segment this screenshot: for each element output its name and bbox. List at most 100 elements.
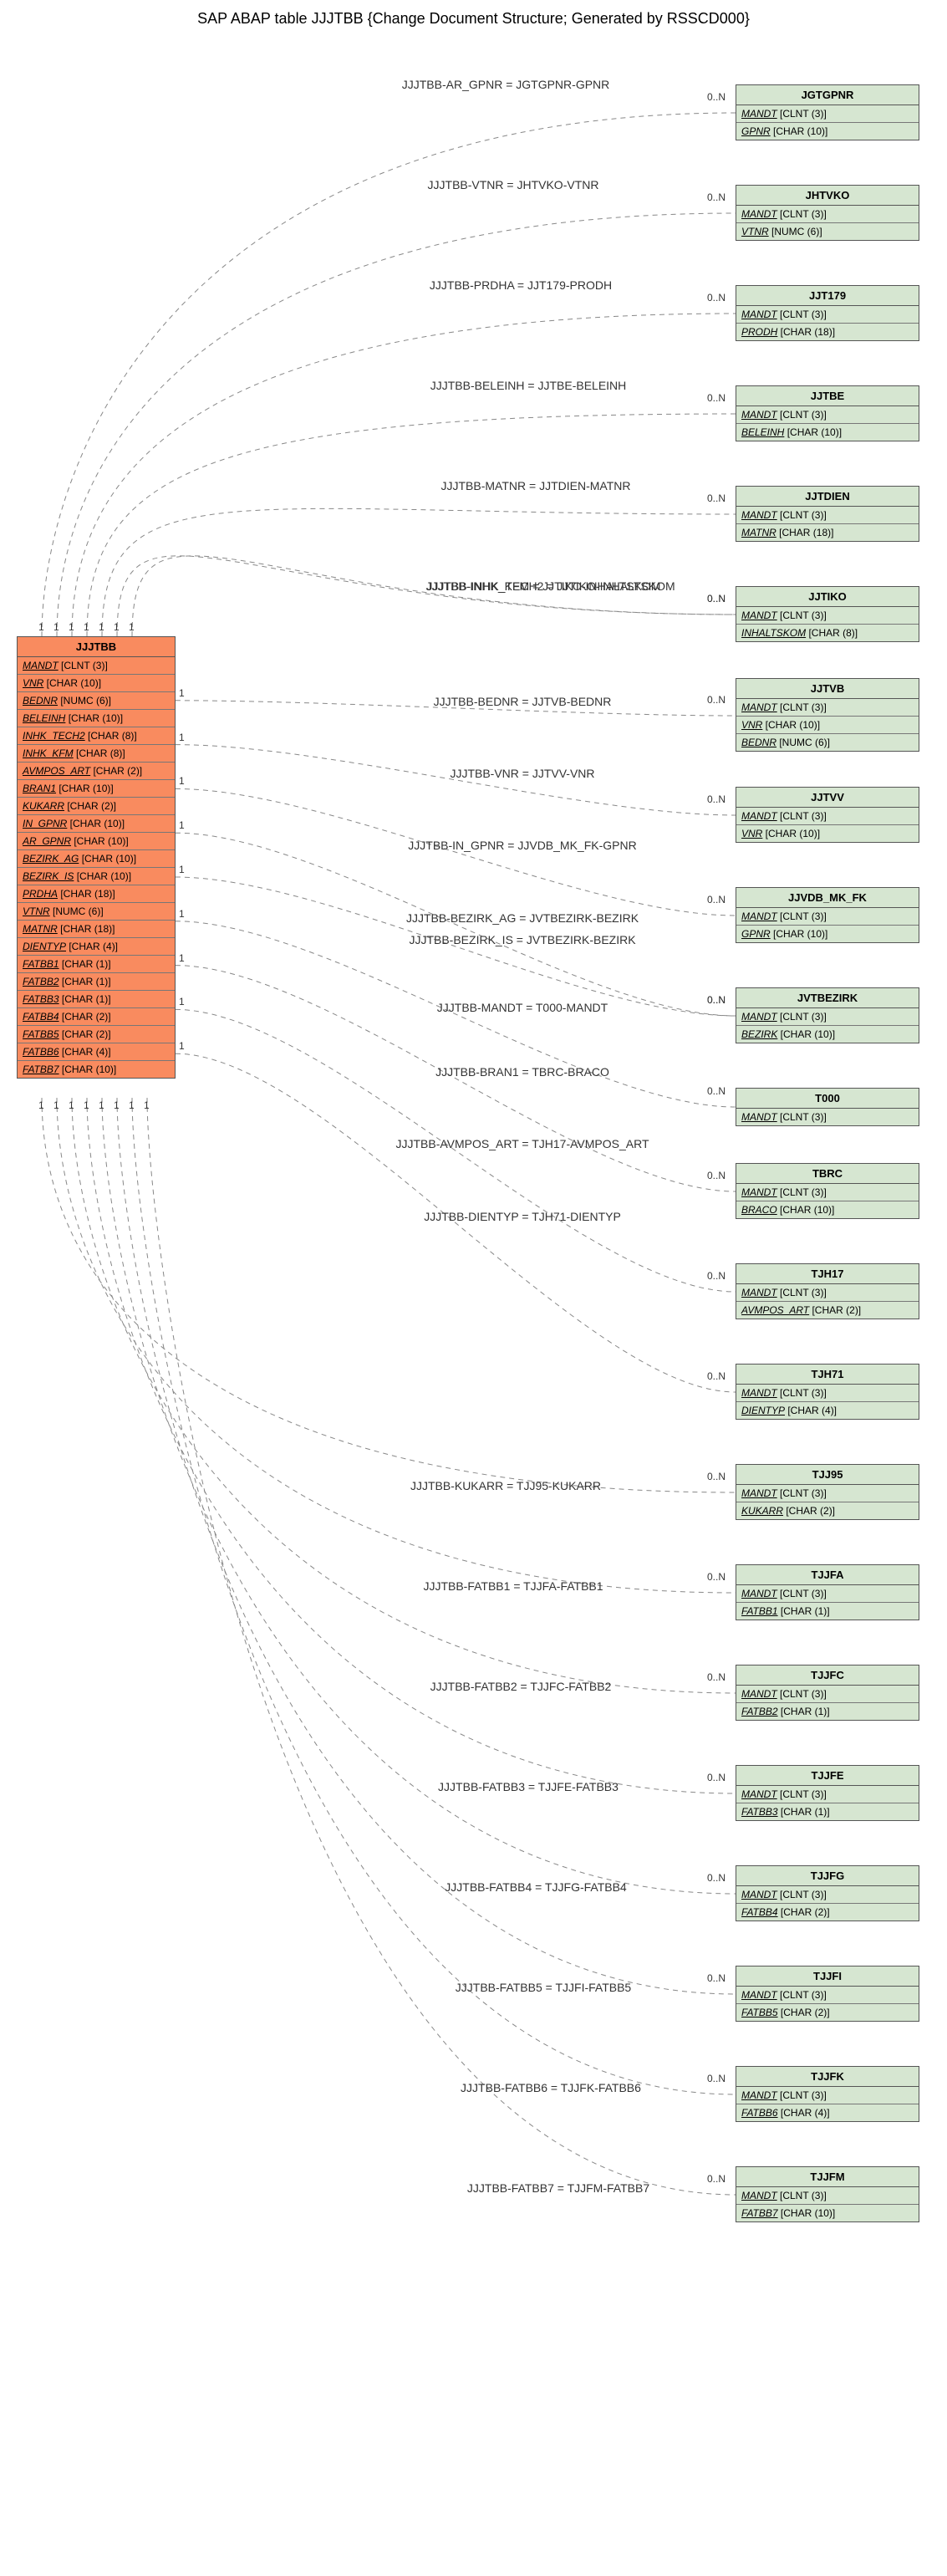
entity-target-field: FATBB2 [CHAR (1)] — [736, 1703, 919, 1720]
entity-main-field: VTNR [NUMC (6)] — [18, 903, 175, 921]
entity-target: JHTVKOMANDT [CLNT (3)]VTNR [NUMC (6)] — [736, 185, 919, 241]
cardinality-label: 0..N — [707, 694, 726, 706]
field-type: [CHAR (10)] — [771, 125, 828, 137]
field-name: MANDT — [741, 509, 777, 521]
entity-target-name: TJJFE — [736, 1766, 919, 1786]
cardinality-label: 0..N — [707, 1571, 726, 1583]
cardinality-label: 1 — [99, 621, 104, 633]
entity-target-field: MANDT [CLNT (3)] — [736, 1008, 919, 1026]
entity-target-field: MANDT [CLNT (3)] — [736, 406, 919, 424]
field-name: MANDT — [741, 1889, 777, 1900]
field-type: [CLNT (3)] — [777, 610, 827, 621]
entity-target-field: BELEINH [CHAR (10)] — [736, 424, 919, 441]
entity-target-field: MANDT [CLNT (3)] — [736, 808, 919, 825]
entity-main-field: VNR [CHAR (10)] — [18, 675, 175, 692]
entity-target-field: FATBB7 [CHAR (10)] — [736, 2205, 919, 2221]
field-type: [CHAR (10)] — [79, 853, 136, 865]
field-name: FATBB4 — [741, 1906, 778, 1918]
field-name: DIENTYP — [23, 941, 66, 952]
entity-target: TBRCMANDT [CLNT (3)]BRACO [CHAR (10)] — [736, 1163, 919, 1219]
field-name: MANDT — [741, 911, 777, 922]
entity-target-field: MANDT [CLNT (3)] — [736, 1485, 919, 1502]
field-name: INHK_TECH2 — [23, 730, 85, 742]
relation-label: JJJTBB-FATBB3 = TJJFE-FATBB3 — [438, 1780, 619, 1793]
field-type: [CHAR (2)] — [778, 2007, 830, 2018]
entity-main-field: DIENTYP [CHAR (4)] — [18, 938, 175, 956]
field-type: [CHAR (2)] — [64, 800, 116, 812]
field-name: DIENTYP — [741, 1405, 785, 1416]
field-type: [CLNT (3)] — [777, 1387, 827, 1399]
field-type: [CHAR (10)] — [43, 677, 101, 689]
field-name: KUKARR — [23, 800, 64, 812]
cardinality-label: 1 — [179, 864, 185, 875]
field-name: MANDT — [741, 208, 777, 220]
cardinality-label: 1 — [84, 621, 89, 633]
field-name: MANDT — [741, 309, 777, 320]
field-type: [CHAR (10)] — [59, 1064, 117, 1075]
field-name: INHALTSKOM — [741, 627, 806, 639]
entity-target: JJT179MANDT [CLNT (3)]PRODH [CHAR (18)] — [736, 285, 919, 341]
field-type: [CHAR (1)] — [59, 976, 111, 987]
field-type: [CLNT (3)] — [777, 1111, 827, 1123]
field-name: FATBB1 — [23, 958, 59, 970]
field-name: PRDHA — [23, 888, 58, 900]
entity-target-field: VNR [CHAR (10)] — [736, 825, 919, 842]
entity-target: TJJFEMANDT [CLNT (3)]FATBB3 [CHAR (1)] — [736, 1765, 919, 1821]
field-name: FATBB3 — [741, 1806, 778, 1818]
entity-main-field: KUKARR [CHAR (2)] — [18, 798, 175, 815]
field-name: FATBB6 — [23, 1046, 59, 1058]
cardinality-label: 1 — [99, 1099, 104, 1111]
entity-target-field: AVMPOS_ART [CHAR (2)] — [736, 1302, 919, 1319]
relation-label: JJJTBB-FATBB1 = TJJFA-FATBB1 — [423, 1579, 603, 1593]
cardinality-label: 0..N — [707, 1170, 726, 1181]
entity-target: JJVDB_MK_FKMANDT [CLNT (3)]GPNR [CHAR (1… — [736, 887, 919, 943]
field-name: FATBB5 — [741, 2007, 778, 2018]
entity-main-field: AR_GPNR [CHAR (10)] — [18, 833, 175, 850]
field-type: [CHAR (2)] — [90, 765, 142, 777]
cardinality-label: 1 — [38, 1099, 44, 1111]
entity-target-field: GPNR [CHAR (10)] — [736, 123, 919, 140]
cardinality-label: 0..N — [707, 292, 726, 304]
field-type: [CLNT (3)] — [777, 2190, 827, 2201]
field-type: [CHAR (10)] — [71, 835, 129, 847]
field-type: [NUMC (6)] — [769, 226, 822, 237]
entity-main-field: FATBB1 [CHAR (1)] — [18, 956, 175, 973]
entity-target-field: MANDT [CLNT (3)] — [736, 1284, 919, 1302]
field-type: [CLNT (3)] — [777, 1688, 827, 1700]
field-type: [CLNT (3)] — [777, 309, 827, 320]
entity-main-name: JJJTBB — [18, 637, 175, 657]
entity-main-field: MANDT [CLNT (3)] — [18, 657, 175, 675]
entity-target-name: JHTVKO — [736, 186, 919, 206]
field-type: [CHAR (10)] — [65, 712, 123, 724]
field-name: GPNR — [741, 928, 771, 940]
cardinality-label: 1 — [129, 1099, 135, 1111]
entity-target-name: TJH71 — [736, 1365, 919, 1385]
field-name: MANDT — [741, 1387, 777, 1399]
entity-target-name: TJJFI — [736, 1966, 919, 1987]
field-type: [CHAR (10)] — [74, 870, 131, 882]
field-type: [CHAR (1)] — [778, 1605, 830, 1617]
entity-main-field: BELEINH [CHAR (10)] — [18, 710, 175, 727]
entity-target-name: TJH17 — [736, 1264, 919, 1284]
cardinality-label: 0..N — [707, 1872, 726, 1884]
cardinality-label: 1 — [69, 621, 74, 633]
relation-label: JJJTBB-FATBB4 = TJJFG-FATBB4 — [445, 1880, 626, 1894]
cardinality-label: 1 — [179, 687, 185, 699]
relation-label: JJJTBB-FATBB6 = TJJFK-FATBB6 — [461, 2081, 641, 2094]
cardinality-label: 1 — [53, 621, 59, 633]
field-name: BEZIRK — [741, 1028, 777, 1040]
field-name: INHK_KFM — [23, 747, 74, 759]
cardinality-label: 0..N — [707, 392, 726, 404]
entity-target-field: FATBB1 [CHAR (1)] — [736, 1603, 919, 1620]
entity-main-field: FATBB6 [CHAR (4)] — [18, 1043, 175, 1061]
field-type: [CHAR (2)] — [778, 1906, 830, 1918]
entity-target-name: TJJFA — [736, 1565, 919, 1585]
field-type: [NUMC (6)] — [58, 695, 111, 706]
entity-target-name: TJJFC — [736, 1665, 919, 1686]
entity-target-field: MANDT [CLNT (3)] — [736, 2187, 919, 2205]
entity-main-field: MATNR [CHAR (18)] — [18, 921, 175, 938]
field-name: KUKARR — [741, 1505, 783, 1517]
cardinality-label: 1 — [179, 819, 185, 831]
entity-main-field: FATBB5 [CHAR (2)] — [18, 1026, 175, 1043]
entity-main-field: BEDNR [NUMC (6)] — [18, 692, 175, 710]
